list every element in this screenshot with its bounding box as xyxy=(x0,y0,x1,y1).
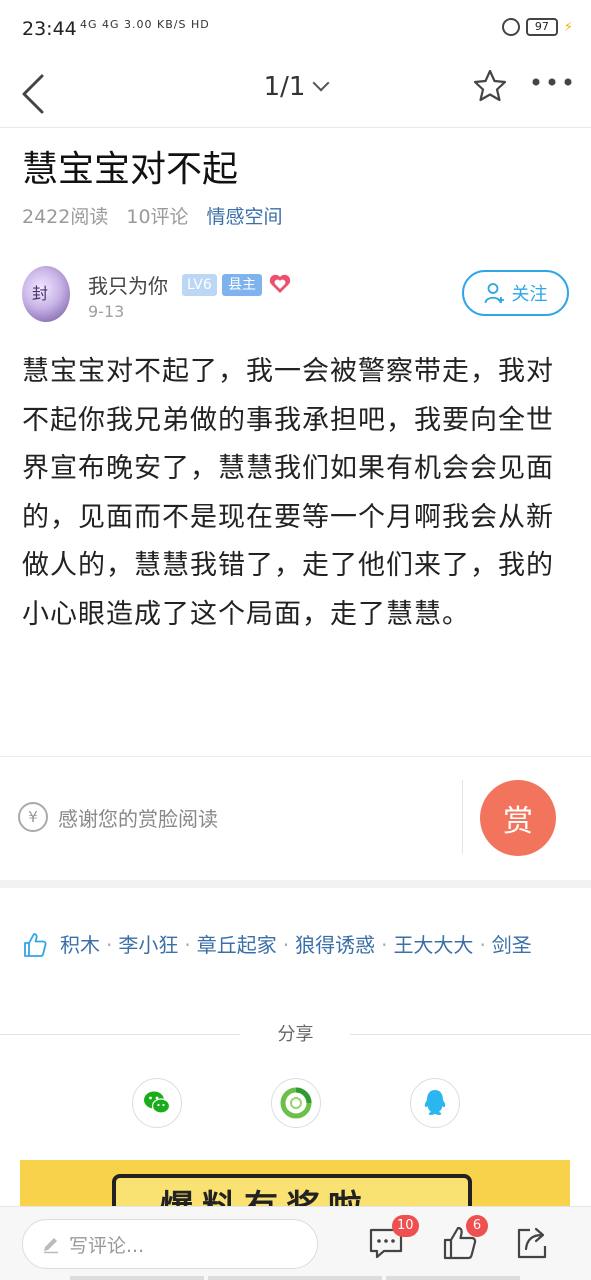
read-count: 2422阅读 xyxy=(22,206,109,228)
liker-name[interactable]: 章丘起家 xyxy=(197,933,277,957)
comment-input[interactable]: 写评论... xyxy=(22,1219,318,1269)
promo-banner[interactable]: 爆料有奖啦 xyxy=(20,1160,570,1210)
avatar-glyph: 封 xyxy=(32,284,49,303)
rotation-lock-icon xyxy=(501,18,520,36)
liker-name[interactable]: 李小狂 xyxy=(118,933,178,957)
page-indicator-label: 1/1 xyxy=(263,72,306,102)
wechat-icon xyxy=(144,1091,171,1114)
status-right: 97 ⚡ xyxy=(501,18,573,36)
liker-list: 积木 · 李小狂 · 章丘起家 · 狼得诱惑 · 王大大大 · 剑圣 xyxy=(22,930,572,960)
section-gap xyxy=(0,880,591,888)
share-qq-button[interactable] xyxy=(410,1078,460,1128)
reward-button[interactable]: 赏 xyxy=(480,780,556,856)
comment-count-badge: 10 xyxy=(392,1215,419,1237)
battery-level: 97 xyxy=(534,20,549,33)
favorite-star-icon[interactable] xyxy=(472,68,508,104)
category-link[interactable]: 情感空间 xyxy=(207,202,283,229)
nav-indicator xyxy=(208,1276,382,1280)
nav-bar: 1/1 xyxy=(0,60,591,128)
separator: · xyxy=(106,933,113,957)
level-badge: LV6 xyxy=(182,274,217,296)
reward-text: 感谢您的赏脸阅读 xyxy=(58,807,218,831)
avatar[interactable]: 封 xyxy=(22,266,70,322)
liker-name[interactable]: 狼得诱惑 xyxy=(295,933,375,957)
separator: · xyxy=(381,933,388,957)
author-date: 9-13 xyxy=(88,302,125,321)
divider xyxy=(462,780,463,854)
yen-icon: ¥ xyxy=(18,802,48,832)
role-badge: 县主 xyxy=(222,274,262,296)
status-signals: 4G 4G 3.00 KB/S HD xyxy=(80,18,210,31)
post-body: 慧宝宝对不起了，我一会被警察带走，我对不起你我兄弟做的事我承担吧，我要向全世界宣… xyxy=(22,356,554,630)
post-title: 慧宝宝对不起 xyxy=(22,149,239,190)
share-moments-button[interactable] xyxy=(271,1078,321,1128)
moments-icon xyxy=(280,1087,312,1119)
liker-name[interactable]: 王大大大 xyxy=(393,933,473,957)
battery-icon: 97 xyxy=(525,18,558,36)
comment-count: 10评论 xyxy=(126,206,189,228)
share-icon[interactable] xyxy=(514,1225,550,1261)
follow-button[interactable]: 关注 xyxy=(462,270,569,316)
nav-indicator xyxy=(386,1276,520,1280)
pencil-icon xyxy=(44,1238,58,1254)
more-icon[interactable] xyxy=(530,74,574,90)
separator: · xyxy=(282,933,290,957)
divider xyxy=(0,756,591,757)
post-meta: 2422阅读 10评论 情感空间 xyxy=(22,202,283,229)
nav-indicator xyxy=(70,1276,204,1280)
charging-icon: ⚡ xyxy=(563,19,573,35)
status-time: 23:44 xyxy=(22,18,77,40)
liker-name[interactable]: 剑圣 xyxy=(492,933,532,957)
follow-label: 关注 xyxy=(511,284,548,305)
separator: · xyxy=(184,933,191,957)
liker-name[interactable]: 积木 xyxy=(60,933,100,957)
qq-icon xyxy=(424,1090,446,1115)
share-wechat-button[interactable] xyxy=(132,1078,182,1128)
separator: · xyxy=(479,933,486,957)
comment-placeholder: 写评论... xyxy=(69,1234,145,1257)
chevron-down-icon xyxy=(312,74,330,92)
status-bar: 23:44 4G 4G 3.00 KB/S HD 97 ⚡ xyxy=(0,0,591,60)
author-name[interactable]: 我只为你 xyxy=(88,270,168,299)
share-label: 分享 xyxy=(277,1024,314,1045)
add-user-icon xyxy=(484,283,504,304)
bottom-bar: 写评论... 10 6 xyxy=(0,1206,591,1280)
like-count-badge: 6 xyxy=(466,1215,488,1237)
heart-icon xyxy=(269,274,291,293)
